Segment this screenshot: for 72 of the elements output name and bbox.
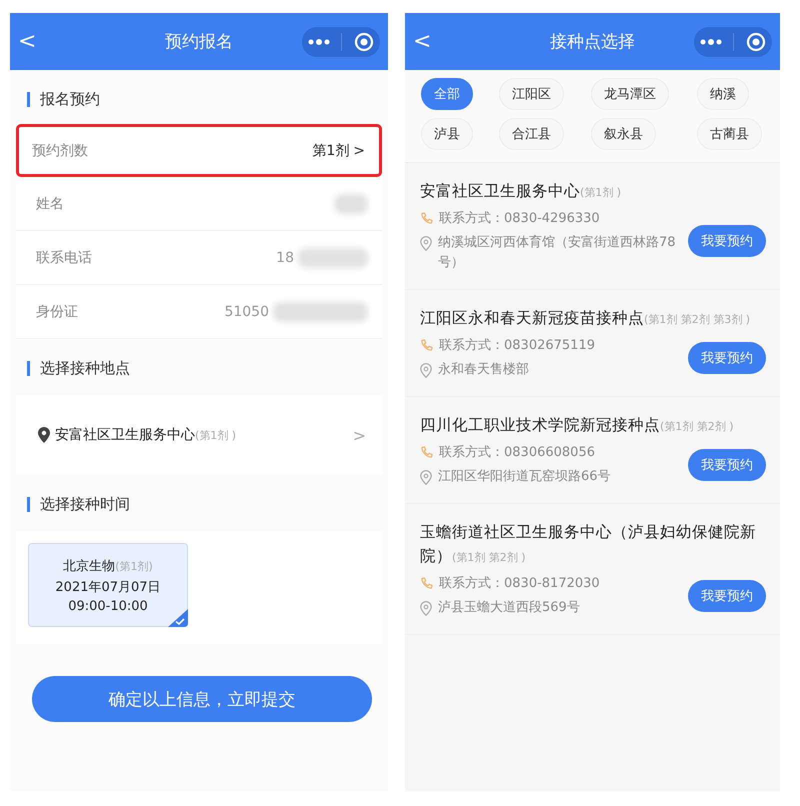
highlighted-row[interactable]: 预约剂数 第1剂 >	[16, 124, 382, 177]
filter-chip[interactable]: 纳溪	[697, 78, 749, 110]
site-name: 安富社区卫生服务中心(第1剂 )	[420, 182, 622, 200]
location-pin-icon	[420, 236, 432, 251]
filter-chip[interactable]: 合江县	[499, 118, 564, 150]
location-row[interactable]: 安富社区卫生服务中心(第1剂 ) >	[16, 395, 382, 475]
site-address: 永和春天售楼部	[438, 361, 529, 379]
slot-date: 2021年07月07日	[55, 578, 161, 596]
contact-phone: 联系方式：0830-8172030	[439, 575, 600, 593]
capsule-menu[interactable]	[302, 26, 380, 56]
section-marker	[27, 360, 30, 376]
field-value: 第1剂	[312, 142, 350, 160]
site-address: 江阳区华阳街道瓦窑坝路66号	[438, 468, 611, 486]
form-row[interactable]: 身份证 51050	[16, 285, 382, 339]
field-label: 联系电话	[36, 248, 92, 266]
section-marker	[27, 92, 30, 106]
filter-chip[interactable]: 叙永县	[591, 118, 656, 150]
field-value: 18	[276, 250, 294, 266]
site-name: 四川化工职业技术学院新冠接种点(第1剂 第2剂 )	[420, 416, 734, 434]
book-button[interactable]: 我要预约	[688, 580, 766, 612]
more-icon[interactable]	[308, 38, 330, 44]
site-address: 泸县玉蟾大道西段569号	[438, 599, 580, 617]
vaccine-name: 北京生物	[63, 558, 116, 574]
page-title: 预约报名	[165, 31, 233, 53]
back-button[interactable]: <	[18, 29, 36, 54]
field-label: 姓名	[36, 194, 64, 212]
section-marker	[27, 496, 30, 512]
page-title: 接种点选择	[550, 31, 635, 53]
location-name: 安富社区卫生服务中心	[55, 426, 195, 444]
form-row[interactable]: 联系电话 18	[16, 231, 382, 285]
form-row[interactable]: 姓名	[16, 177, 382, 231]
capsule-menu[interactable]	[694, 26, 772, 56]
field-label: 预约剂数	[32, 142, 88, 160]
phone-icon	[420, 446, 433, 459]
submit-button[interactable]: 确定以上信息，立即提交	[32, 676, 372, 722]
book-button[interactable]: 我要预约	[688, 342, 766, 374]
slot-time: 09:00-10:00	[68, 598, 148, 614]
contact-phone: 联系方式：08306608056	[439, 444, 595, 462]
back-button[interactable]: <	[413, 29, 432, 54]
contact-phone: 联系方式：08302675119	[439, 337, 595, 355]
site-address: 纳溪城区河西体育馆（安富街道西林路78号）	[438, 234, 677, 272]
filter-chip[interactable]: 龙马潭区	[591, 78, 669, 110]
filter-chip[interactable]: 江阳区	[499, 78, 564, 110]
time-slot[interactable]: 北京生物(第1剂) 2021年07月07日 09:00-10:00	[28, 543, 188, 627]
section-title: 选择接种时间	[40, 494, 130, 514]
book-button[interactable]: 我要预约	[688, 449, 766, 481]
book-button[interactable]: 我要预约	[688, 225, 766, 257]
section-title: 报名预约	[40, 90, 100, 108]
dose-note: (第1剂 )	[195, 428, 236, 442]
filter-chip[interactable]: 全部	[421, 78, 473, 110]
location-pin-icon	[420, 363, 432, 378]
phone-icon	[420, 212, 433, 225]
location-pin-icon	[38, 427, 50, 443]
phone-icon	[420, 577, 433, 590]
field-value: 51050	[224, 304, 269, 320]
dose-note: (第1剂)	[115, 560, 153, 572]
check-corner-icon	[168, 609, 188, 627]
filter-chip[interactable]: 古蔺县	[697, 118, 762, 150]
close-icon[interactable]	[746, 32, 766, 52]
phone-icon	[420, 339, 433, 352]
chevron-icon: >	[352, 426, 366, 444]
location-pin-icon	[420, 601, 432, 616]
location-pin-icon	[420, 470, 432, 485]
filter-chip[interactable]: 泸县	[421, 118, 473, 150]
section-title: 选择接种地点	[40, 358, 130, 378]
more-icon[interactable]	[700, 38, 722, 44]
contact-phone: 联系方式：0830-4296330	[439, 210, 600, 228]
site-name: 江阳区永和春天新冠疫苗接种点(第1剂 第2剂 第3剂 )	[420, 309, 750, 327]
field-label: 身份证	[36, 302, 78, 320]
site-name: 玉蟾街道社区卫生服务中心（泸县妇幼保健院新院）(第1剂 第2剂 )	[420, 523, 756, 565]
close-icon[interactable]	[354, 32, 374, 52]
chevron-icon: >	[353, 142, 365, 158]
